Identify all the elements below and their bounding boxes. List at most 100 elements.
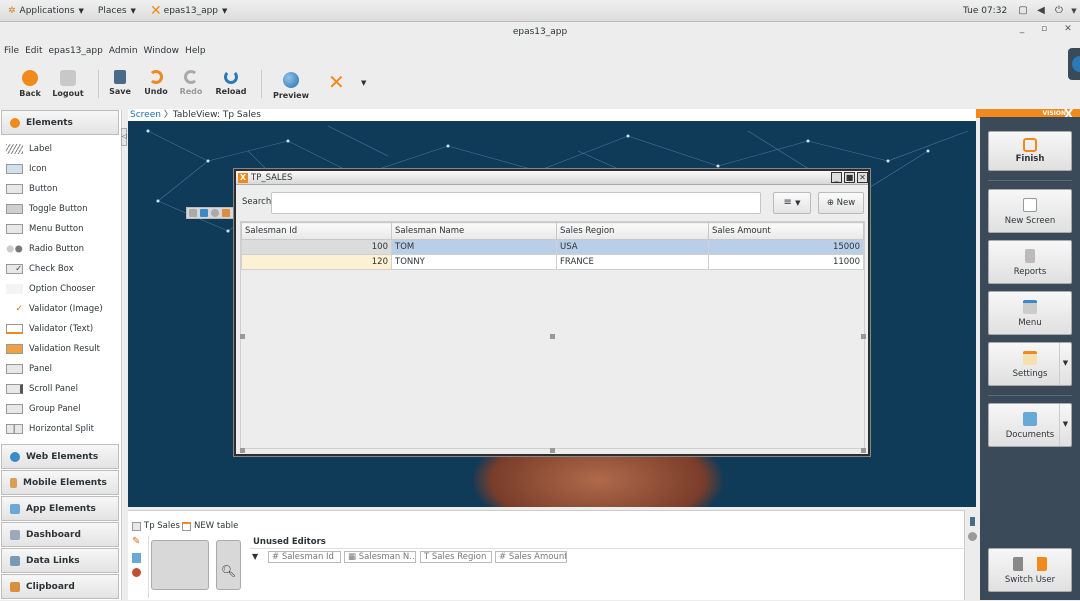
cell-salesman-name[interactable]: TOM [391, 239, 557, 255]
cell-salesman-id[interactable]: 120 [241, 254, 392, 270]
palette-header-elements[interactable]: Elements [1, 110, 119, 135]
palette-item-check-box[interactable]: ✓ Check Box [6, 260, 74, 278]
window-minimize-button[interactable]: _ [831, 172, 842, 183]
menu-app[interactable]: epas13_app [49, 46, 103, 56]
reports-button[interactable]: Reports [988, 240, 1072, 284]
unused-editor-salesman-name[interactable]: ▦ Salesman N... [344, 551, 416, 563]
palette-item-toggle-button[interactable]: Toggle Button [6, 200, 88, 218]
view-options-button[interactable]: ≡ ▼ [773, 192, 811, 214]
window-close-button[interactable]: ✕ [857, 172, 868, 183]
menu-admin[interactable]: Admin [109, 46, 138, 56]
undo-button[interactable]: Undo [136, 70, 176, 96]
unused-editor-salesman-id[interactable]: # Salesman Id [268, 551, 341, 563]
mobile-icon[interactable] [200, 209, 208, 217]
resize-handle[interactable] [861, 334, 866, 339]
minimize-button[interactable]: _ [1016, 24, 1028, 38]
menu-help[interactable]: Help [185, 46, 206, 56]
finish-button[interactable]: Finish [988, 131, 1072, 171]
applications-menu[interactable]: ✲ Applications ▼ [8, 6, 84, 16]
form-icon[interactable] [132, 553, 141, 563]
palette-item-horizontal-split[interactable]: Horizontal Split [6, 420, 94, 438]
filter-icon[interactable]: ▼ [252, 552, 258, 561]
redo-button[interactable]: Redo [171, 70, 211, 96]
form-layout-template[interactable] [151, 540, 209, 590]
palette-section-data-links[interactable]: Data Links [1, 548, 119, 573]
palette-section-web-elements[interactable]: Web Elements [1, 444, 119, 469]
close-button[interactable]: ✕ [1062, 24, 1074, 38]
menu-edit[interactable]: Edit [25, 46, 42, 56]
unused-editor-sales-amount[interactable]: # Sales Amount [495, 551, 567, 563]
cell-sales-region[interactable]: USA [556, 239, 709, 255]
chevron-down-icon[interactable]: ▼ [361, 79, 366, 87]
reload-button[interactable]: Reload [211, 70, 251, 96]
save-button[interactable]: Save [100, 70, 140, 96]
palette-section-mobile-elements[interactable]: Mobile Elements [1, 470, 119, 495]
new-record-button[interactable]: ⊕ New [818, 192, 864, 214]
palette-section-dashboard[interactable]: Dashboard [1, 522, 119, 547]
globe-icon[interactable] [968, 532, 977, 541]
clock[interactable]: Tue 07:32 [963, 6, 1007, 16]
preview-button[interactable]: Preview [271, 72, 311, 100]
palette-item-icon[interactable]: Icon [6, 160, 47, 178]
collapse-palette-handle[interactable]: ◁ [121, 128, 127, 146]
display-icon[interactable]: ▢ [1017, 5, 1029, 17]
unused-editor-sales-region[interactable]: T Sales Region [420, 551, 492, 563]
palette-section-app-elements[interactable]: App Elements [1, 496, 119, 521]
palette-item-label[interactable]: Label [6, 140, 52, 158]
palette-item-group-panel[interactable]: Group Panel [6, 400, 81, 418]
cell-sales-region[interactable]: FRANCE [556, 254, 709, 270]
palette-item-option-chooser[interactable]: Option Chooser [6, 280, 95, 298]
globe-icon[interactable] [211, 209, 219, 217]
column-header-sales-amount[interactable]: Sales Amount [708, 222, 864, 240]
resize-handle[interactable] [240, 334, 245, 339]
switch-user-button[interactable]: Switch User [988, 548, 1072, 592]
resize-handle[interactable] [861, 448, 866, 453]
palette-item-validation-result[interactable]: Validation Result [6, 340, 100, 358]
pencil-icon[interactable] [222, 209, 230, 217]
back-button[interactable]: Back [10, 70, 50, 98]
resize-handle[interactable] [550, 334, 555, 339]
app-menu[interactable]: ✕ epas13_app ▼ [150, 3, 227, 19]
power-icon[interactable]: ⏻ [1053, 5, 1065, 17]
logout-button[interactable]: Logout [48, 70, 88, 98]
palette-item-menu-button[interactable]: Menu Button [6, 220, 84, 238]
mobile-icon[interactable] [970, 517, 975, 526]
settings-dropdown-icon[interactable]: ▼ [1059, 343, 1071, 385]
menu-button[interactable]: Menu [988, 291, 1072, 335]
column-header-sales-region[interactable]: Sales Region [556, 222, 709, 240]
window-maximize-button[interactable]: ■ [844, 172, 855, 183]
tools-icon[interactable]: ✕ [328, 72, 348, 92]
volume-icon[interactable]: ◀ [1035, 5, 1047, 17]
palette-item-button[interactable]: Button [6, 180, 57, 198]
resize-handle[interactable] [240, 448, 245, 453]
column-header-salesman-name[interactable]: Salesman Name [391, 222, 557, 240]
cell-sales-amount[interactable]: 11000 [708, 254, 864, 270]
table-row[interactable]: 100 TOM USA 15000 [241, 239, 864, 255]
cell-salesman-id[interactable]: 100 [241, 239, 392, 255]
palette-item-panel[interactable]: Panel [6, 360, 52, 378]
menu-window[interactable]: Window [144, 46, 180, 56]
tp-sales-titlebar[interactable]: X TP_SALES [236, 171, 868, 185]
breadcrumb-screen[interactable]: Screen [130, 110, 161, 120]
settings-button[interactable]: Settings ▼ [988, 342, 1072, 386]
side-widget-tab[interactable] [1068, 48, 1080, 80]
documents-button[interactable]: Documents ▼ [988, 403, 1072, 447]
places-menu[interactable]: Places ▼ [98, 6, 136, 16]
new-screen-button[interactable]: New Screen [988, 189, 1072, 233]
palette-item-validator-text[interactable]: Validator (Text) [6, 320, 93, 338]
cell-salesman-name[interactable]: TONNY [391, 254, 557, 270]
cell-sales-amount[interactable]: 15000 [708, 239, 864, 255]
palette-item-scroll-panel[interactable]: Scroll Panel [6, 380, 78, 398]
maximize-button[interactable]: ▫ [1038, 24, 1050, 38]
chevron-down-icon[interactable]: ▼ [1068, 5, 1080, 17]
resize-handle[interactable] [550, 448, 555, 453]
table-row[interactable]: 120 TONNY FRANCE 11000 [241, 254, 864, 270]
clipboard-icon[interactable] [189, 209, 197, 217]
tab-tp-sales[interactable]: Tp Sales [132, 521, 180, 531]
search-input[interactable] [271, 192, 761, 214]
no-entry-icon[interactable] [132, 568, 141, 577]
menu-file[interactable]: File [4, 46, 19, 56]
pencil-icon[interactable]: ✎ [132, 537, 142, 547]
tab-new-table[interactable]: NEW table [182, 521, 238, 531]
column-header-salesman-id[interactable]: Salesman Id [241, 222, 392, 240]
